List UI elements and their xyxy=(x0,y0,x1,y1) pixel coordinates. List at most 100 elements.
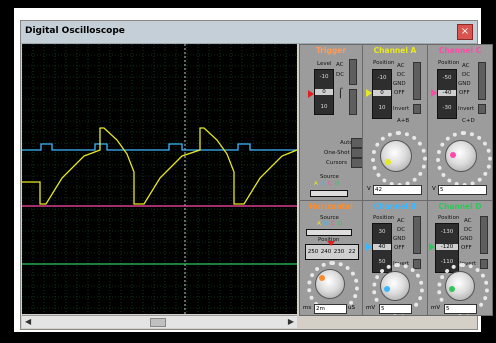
channel-c-mode-gnd: GND xyxy=(458,81,471,87)
horizontal-pointer-icon xyxy=(319,275,325,281)
horizontal-source-label: Source xyxy=(320,215,339,221)
trigger-source-slider[interactable] xyxy=(310,190,348,197)
channel-a-tick: -10 xyxy=(377,75,387,81)
channel-a-value[interactable]: 42 xyxy=(373,185,422,195)
channel-b-value[interactable]: 5 xyxy=(379,304,412,314)
channel-c-mode-ac: AC xyxy=(462,63,470,69)
channel-c-position-display[interactable]: -50 -40 -30 xyxy=(437,69,457,119)
trigger-source-c[interactable]: C xyxy=(328,181,332,187)
channel-a-invert-button[interactable] xyxy=(413,104,421,114)
channel-c-sum-label: C+D xyxy=(462,118,475,124)
trigger-dc-label: DC xyxy=(336,72,345,78)
channel-b-panel: Channel B Position 30 40 50 AC DC GND OF… xyxy=(362,200,428,316)
channel-a-trace xyxy=(22,127,298,205)
channel-a-sum-label: A+B xyxy=(397,118,410,124)
horizontal-timebase-value[interactable]: 2m xyxy=(314,304,347,314)
channel-b-mode-switch[interactable] xyxy=(413,216,421,254)
channel-d-mode-switch[interactable] xyxy=(480,216,488,254)
channel-b-mode-gnd: GND xyxy=(393,236,406,242)
edge-icon: ⌠ xyxy=(338,89,343,99)
horizontal-tick: 250 xyxy=(307,249,319,255)
channel-d-title: Channel D xyxy=(438,202,482,211)
channel-a-knob[interactable] xyxy=(380,140,412,172)
channel-d-knob[interactable] xyxy=(445,271,475,301)
scroll-right-icon[interactable]: ▶ xyxy=(288,316,294,328)
trigger-source-b[interactable]: B xyxy=(321,181,325,187)
channel-b-marker-icon xyxy=(366,243,372,251)
oneshot-label: One-Shot xyxy=(324,150,350,156)
channel-b-unit: mV xyxy=(366,305,376,311)
channel-d-invert-button[interactable] xyxy=(480,259,488,269)
channel-c-knob[interactable] xyxy=(445,140,477,172)
channel-c-invert-label: Invert xyxy=(458,106,475,112)
trigger-edge-switch[interactable] xyxy=(349,89,357,115)
channel-d-tick: -120 xyxy=(436,244,458,250)
horizontal-position-display[interactable]: 250 240 230 22 xyxy=(305,244,359,260)
channel-a-mode-switch[interactable] xyxy=(413,62,421,100)
level-tick: 0 xyxy=(315,89,333,95)
channel-a-mode-ac: AC xyxy=(397,63,405,69)
channel-d-mode-dc: DC xyxy=(464,227,473,233)
trigger-coupling-switch[interactable] xyxy=(349,59,357,85)
channel-d-pointer-icon xyxy=(449,286,455,292)
horizontal-title: Horizontal xyxy=(309,202,353,211)
trigger-source-a[interactable]: A xyxy=(314,181,318,187)
channel-d-value[interactable]: 5 xyxy=(444,304,477,314)
channel-b-tick: 40 xyxy=(373,244,391,250)
horizontal-source-b[interactable]: B xyxy=(324,221,328,227)
level-display[interactable]: -10 0 10 xyxy=(314,69,334,115)
channel-a-tick: 0 xyxy=(373,90,391,96)
channel-a-title: Channel A xyxy=(373,46,417,55)
channel-b-tick: 30 xyxy=(378,229,386,235)
horizontal-source-a[interactable]: A xyxy=(317,221,321,227)
channel-b-mode-ac: AC xyxy=(397,218,405,224)
channel-a-position-label: Position xyxy=(373,60,395,66)
channel-a-position-display[interactable]: -10 0 10 xyxy=(372,69,392,119)
trigger-source-d[interactable]: D xyxy=(335,181,339,187)
scroll-left-icon[interactable]: ◀ xyxy=(25,316,31,328)
level-tick: -10 xyxy=(319,74,329,80)
channel-b-invert-button[interactable] xyxy=(413,259,421,269)
channel-b-trace xyxy=(22,143,297,151)
horizontal-tick: 22 xyxy=(348,249,356,255)
channel-c-tick: -40 xyxy=(438,90,456,96)
channel-c-value[interactable]: 5 xyxy=(438,185,487,195)
trigger-panel: Trigger Level -10 0 10 AC DC ⌠ Auto One-… xyxy=(299,44,363,201)
window-title: Digital Oscilloscope xyxy=(25,26,125,36)
channel-b-mode-off: OFF xyxy=(394,245,405,251)
level-tick: 10 xyxy=(320,104,328,110)
oscilloscope-window: Digital Oscilloscope × ◀ ▶ Trigger Level… xyxy=(20,20,493,330)
channel-a-marker-icon xyxy=(366,89,372,97)
channel-c-title: Channel C xyxy=(438,46,482,55)
scroll-thumb[interactable] xyxy=(150,318,166,327)
horizontal-source-d[interactable]: D xyxy=(338,221,342,227)
trigger-title: Trigger xyxy=(315,46,347,55)
channel-c-mode-switch[interactable] xyxy=(478,62,486,100)
channel-c-mode-dc: DC xyxy=(462,72,471,78)
channel-d-mode-gnd: GND xyxy=(460,236,473,242)
channel-a-mode-dc: DC xyxy=(397,72,406,78)
channel-a-tick: 10 xyxy=(378,105,386,111)
channel-a-pointer-icon xyxy=(385,159,391,165)
channel-a-mode-gnd: GND xyxy=(393,81,406,87)
channel-b-knob[interactable] xyxy=(380,271,410,301)
cursors-label: Cursors xyxy=(326,160,347,166)
horizontal-panel: Horizontal Source A B C D Position 250 2… xyxy=(299,200,363,316)
title-bar[interactable]: Digital Oscilloscope × xyxy=(21,21,477,44)
horizontal-knob[interactable] xyxy=(315,269,345,299)
horizontal-tick: 230 xyxy=(333,249,345,255)
scope-display xyxy=(21,43,298,314)
channel-a-panel: Channel A Position -10 0 10 AC DC GND OF… xyxy=(362,44,428,201)
close-button[interactable]: × xyxy=(457,24,473,40)
channel-c-panel: Channel C Position -50 -40 -30 AC DC GND… xyxy=(427,44,493,201)
channel-c-invert-button[interactable] xyxy=(478,104,486,114)
horizontal-unit-us: uS xyxy=(348,305,355,311)
channel-d-panel: Channel D Position -130 -120 -110 AC DC … xyxy=(427,200,493,316)
channel-a-mode-off: OFF xyxy=(394,90,405,96)
horizontal-source-slider[interactable] xyxy=(306,229,352,236)
channel-d-mode-off: OFF xyxy=(461,245,472,251)
channel-a-invert-label: Invert xyxy=(393,106,410,112)
horizontal-scrollbar[interactable]: ◀ ▶ xyxy=(22,315,297,328)
horizontal-source-c[interactable]: C xyxy=(331,221,335,227)
channel-d-mode-ac: AC xyxy=(464,218,472,224)
